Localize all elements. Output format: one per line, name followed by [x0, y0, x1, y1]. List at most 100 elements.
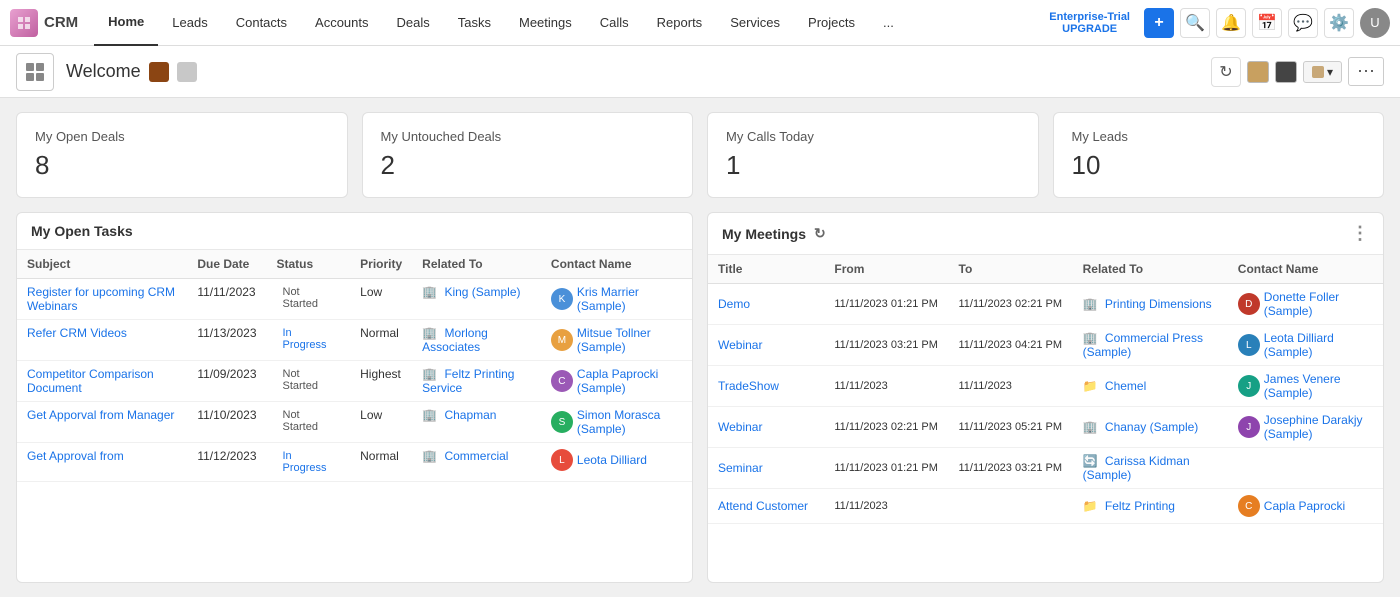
related-to-link[interactable]: King (Sample): [444, 285, 520, 299]
related-icon: 🏢: [422, 367, 437, 381]
create-button[interactable]: +: [1144, 8, 1174, 38]
meetings-more-icon[interactable]: ⋮: [1351, 223, 1369, 244]
task-related-to: 🏢 Commercial: [412, 443, 541, 482]
stat-card-calls-today: My Calls Today 1: [707, 112, 1039, 198]
contact-name-link[interactable]: Leota Dilliard: [577, 453, 647, 467]
table-row: Competitor Comparison Document 11/09/202…: [17, 361, 692, 402]
more-options-button[interactable]: ⋯: [1348, 57, 1384, 86]
logo-text: CRM: [44, 14, 78, 31]
settings-button[interactable]: ⚙️: [1324, 8, 1354, 38]
meeting-related-to: 🔄 Carissa Kidman (Sample): [1073, 448, 1228, 489]
nav-contacts[interactable]: Contacts: [222, 0, 301, 46]
theme-color-1[interactable]: [1247, 61, 1269, 83]
meeting-related-link[interactable]: Carissa Kidman (Sample): [1083, 454, 1190, 482]
color-swatch-gray: [177, 62, 197, 82]
meeting-title-link[interactable]: Demo: [718, 297, 750, 311]
nav-items: Home Leads Contacts Accounts Deals Tasks…: [94, 0, 1049, 46]
theme-selector[interactable]: ▾: [1303, 61, 1342, 83]
notifications-button[interactable]: 🔔: [1216, 8, 1246, 38]
nav-tasks[interactable]: Tasks: [444, 0, 505, 46]
contact-name-link[interactable]: Capla Paprocki (Sample): [577, 367, 682, 395]
meeting-title-link[interactable]: Attend Customer: [718, 499, 808, 513]
refresh-button[interactable]: ↻: [1211, 57, 1241, 87]
contact-avatar: J: [1238, 375, 1260, 397]
contact-name-link[interactable]: James Venere (Sample): [1264, 372, 1373, 400]
mcol-related: Related To: [1073, 255, 1228, 284]
meeting-from: 11/11/2023: [824, 366, 948, 407]
theme-color-2[interactable]: [1275, 61, 1297, 83]
task-subject-link[interactable]: Register for upcoming CRM Webinars: [27, 285, 175, 313]
task-subject-link[interactable]: Get Approval from: [27, 449, 124, 463]
meeting-to: 11/11/2023 05:21 PM: [949, 407, 1073, 448]
meeting-to: 11/11/2023 03:21 PM: [949, 448, 1073, 489]
meeting-related-link[interactable]: Chanay (Sample): [1105, 420, 1198, 434]
meeting-title-link[interactable]: TradeShow: [718, 379, 779, 393]
top-navigation: CRM Home Leads Contacts Accounts Deals T…: [0, 0, 1400, 46]
search-button[interactable]: 🔍: [1180, 8, 1210, 38]
col-status: Status: [267, 250, 351, 279]
nav-meetings[interactable]: Meetings: [505, 0, 586, 46]
related-to-link[interactable]: Commercial: [444, 449, 508, 463]
meetings-scroll[interactable]: Title From To Related To Contact Name De…: [708, 255, 1383, 582]
task-status: Not Started: [267, 279, 351, 320]
task-subject-link[interactable]: Competitor Comparison Document: [27, 367, 154, 395]
contact-name-link[interactable]: Josephine Darakjy (Sample): [1264, 413, 1373, 441]
tasks-panel-body: Subject Due Date Status Priority Related…: [17, 250, 692, 582]
calendar-button[interactable]: 📅: [1252, 8, 1282, 38]
meeting-related-link[interactable]: Feltz Printing: [1105, 499, 1175, 513]
task-priority: Low: [350, 279, 412, 320]
table-row: Register for upcoming CRM Webinars 11/11…: [17, 279, 692, 320]
task-subject-link[interactable]: Get Apporval from Manager: [27, 408, 174, 422]
nav-services[interactable]: Services: [716, 0, 794, 46]
nav-accounts[interactable]: Accounts: [301, 0, 382, 46]
task-priority: Low: [350, 402, 412, 443]
table-row: Demo 11/11/2023 01:21 PM 11/11/2023 02:2…: [708, 284, 1383, 325]
nav-home[interactable]: Home: [94, 0, 158, 46]
contact-avatar: K: [551, 288, 573, 310]
meeting-related-icon: 📁: [1083, 499, 1098, 513]
crm-logo[interactable]: CRM: [10, 9, 78, 37]
tasks-panel: My Open Tasks Subject Due Date Status Pr…: [16, 212, 693, 583]
meeting-title-link[interactable]: Webinar: [718, 338, 762, 352]
mcol-contact: Contact Name: [1228, 255, 1383, 284]
nav-calls[interactable]: Calls: [586, 0, 643, 46]
meeting-related-link[interactable]: Commercial Press (Sample): [1083, 331, 1203, 359]
contact-name-link[interactable]: Donette Foller (Sample): [1264, 290, 1373, 318]
task-status: In Progress: [267, 443, 351, 482]
nav-projects[interactable]: Projects: [794, 0, 869, 46]
nav-reports[interactable]: Reports: [643, 0, 717, 46]
untouched-deals-value: 2: [381, 150, 675, 181]
meeting-title: Attend Customer: [708, 489, 824, 524]
meetings-panel-header: My Meetings ↻ ⋮: [708, 213, 1383, 255]
contact-name-link[interactable]: Leota Dilliard (Sample): [1264, 331, 1373, 359]
meeting-related-link[interactable]: Chemel: [1105, 379, 1146, 393]
stat-card-untouched-deals: My Untouched Deals 2: [362, 112, 694, 198]
contact-avatar: L: [1238, 334, 1260, 356]
meetings-refresh-icon[interactable]: ↻: [814, 225, 826, 242]
chat-button[interactable]: 💬: [1288, 8, 1318, 38]
nav-leads[interactable]: Leads: [158, 0, 221, 46]
meeting-from: 11/11/2023: [824, 489, 948, 524]
task-related-to: 🏢 Chapman: [412, 402, 541, 443]
tasks-panel-header: My Open Tasks: [17, 213, 692, 250]
meeting-related-icon: 🏢: [1083, 420, 1098, 434]
meeting-contact: [1228, 448, 1383, 489]
nav-deals[interactable]: Deals: [383, 0, 444, 46]
color-swatch-brown: [149, 62, 169, 82]
related-to-link[interactable]: Chapman: [444, 408, 496, 422]
contact-name-link[interactable]: Capla Paprocki: [1264, 499, 1345, 513]
contact-name-link[interactable]: Kris Marrier (Sample): [577, 285, 682, 313]
task-subject-link[interactable]: Refer CRM Videos: [27, 326, 127, 340]
task-subject: Register for upcoming CRM Webinars: [17, 279, 187, 320]
table-row: Webinar 11/11/2023 03:21 PM 11/11/2023 0…: [708, 325, 1383, 366]
contact-avatar: C: [551, 370, 573, 392]
user-avatar[interactable]: U: [1360, 8, 1390, 38]
contact-name-link[interactable]: Mitsue Tollner (Sample): [577, 326, 682, 354]
contact-name-link[interactable]: Simon Morasca (Sample): [577, 408, 682, 436]
task-status: Not Started: [267, 402, 351, 443]
meeting-title-link[interactable]: Seminar: [718, 461, 763, 475]
nav-more[interactable]: ...: [869, 0, 908, 46]
tasks-scroll[interactable]: Subject Due Date Status Priority Related…: [17, 250, 692, 582]
meeting-related-link[interactable]: Printing Dimensions: [1105, 297, 1212, 311]
meeting-title-link[interactable]: Webinar: [718, 420, 762, 434]
